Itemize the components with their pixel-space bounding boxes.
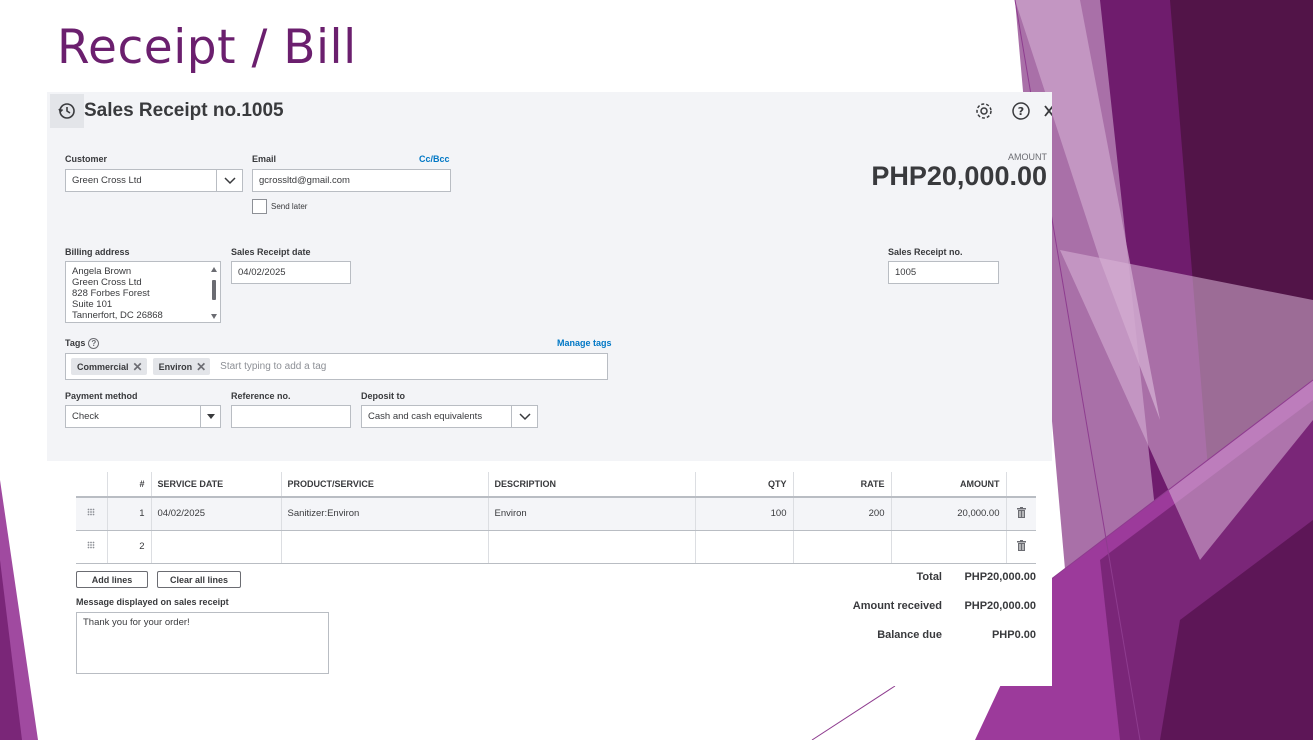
row-product[interactable] — [280, 530, 488, 564]
balance-due-value: PHP0.00 — [991, 629, 1036, 641]
reference-no-field[interactable] — [231, 405, 351, 428]
tags-label: Tags — [65, 338, 86, 348]
sales-receipt-window: Sales Receipt no.1005 ? Customer Green C… — [47, 92, 1052, 686]
row-amount[interactable] — [890, 530, 1006, 564]
table-row[interactable]: 2 — [76, 530, 1036, 564]
deposit-to-value: Cash and cash equivalents — [368, 411, 483, 422]
reference-no-label: Reference no. — [231, 391, 291, 401]
row-qty[interactable] — [694, 530, 793, 564]
help-icon[interactable]: ? — [1010, 100, 1032, 122]
receipt-date-value: 04/02/2025 — [238, 267, 286, 278]
column-header-amount: AMOUNT — [890, 472, 1006, 498]
tags-input[interactable]: Commercial ✕ Environ ✕ Start typing to a… — [65, 353, 608, 380]
email-label: Email — [252, 154, 277, 164]
trash-icon[interactable] — [1005, 497, 1036, 531]
line-items-table: # SERVICE DATE PRODUCT/SERVICE DESCRIPTI… — [76, 472, 1036, 564]
customer-select[interactable]: Green Cross Ltd — [65, 169, 243, 192]
message-field[interactable]: Thank you for your order! — [76, 612, 329, 674]
column-header-service-date: SERVICE DATE — [150, 472, 281, 498]
row-rate[interactable]: 200 — [792, 497, 891, 531]
payment-method-select[interactable]: Check — [65, 405, 221, 428]
chevron-down-icon[interactable] — [511, 406, 537, 427]
clear-all-lines-button[interactable]: Clear all lines — [157, 571, 241, 588]
add-lines-button[interactable]: Add lines — [76, 571, 148, 588]
receipt-no-field[interactable]: 1005 — [888, 261, 999, 284]
svg-text:?: ? — [1018, 105, 1024, 118]
row-service-date[interactable]: 04/02/2025 — [150, 497, 281, 531]
tag-chip: Commercial ✕ — [71, 358, 147, 375]
amount-received-value: PHP20,000.00 — [964, 600, 1036, 612]
billing-line: Suite 101 — [72, 299, 113, 310]
recent-transactions-icon[interactable] — [50, 94, 84, 128]
column-header-number: # — [106, 472, 151, 498]
gear-icon[interactable] — [973, 100, 995, 122]
drag-handle-icon[interactable] — [76, 530, 107, 564]
cc-bcc-link[interactable]: Cc/Bcc — [419, 154, 450, 164]
payment-method-label: Payment method — [65, 391, 138, 401]
billing-address-field[interactable]: Angela Brown Green Cross Ltd 828 Forbes … — [65, 261, 221, 323]
table-row[interactable]: 1 04/02/2025 Sanitizer:Environ Environ 1… — [76, 497, 1036, 531]
message-value: Thank you for your order! — [83, 617, 190, 628]
row-product[interactable]: Sanitizer:Environ — [280, 497, 488, 531]
row-amount[interactable]: 20,000.00 — [890, 497, 1006, 531]
column-header-rate: RATE — [792, 472, 891, 498]
billing-line: Tannerfort, DC 26868 — [72, 310, 163, 321]
close-icon[interactable] — [1043, 100, 1052, 122]
balance-due-label: Balance due — [877, 629, 942, 641]
table-header-row: # SERVICE DATE PRODUCT/SERVICE DESCRIPTI… — [76, 472, 1036, 498]
receipt-title: Sales Receipt no.1005 — [84, 100, 284, 121]
email-field[interactable]: gcrossltd@gmail.com — [252, 169, 451, 192]
drag-column-header — [76, 472, 107, 498]
amount-received-label: Amount received — [852, 600, 942, 612]
receipt-no-label: Sales Receipt no. — [888, 247, 963, 257]
billing-address-label: Billing address — [65, 247, 130, 257]
message-label: Message displayed on sales receipt — [76, 597, 229, 607]
receipt-no-value: 1005 — [895, 267, 917, 278]
remove-tag-icon[interactable]: ✕ — [133, 361, 143, 373]
help-icon[interactable]: ? — [88, 338, 100, 350]
receipt-date-field[interactable]: 04/02/2025 — [231, 261, 351, 284]
column-header-description: DESCRIPTION — [487, 472, 695, 498]
amount-value: PHP20,000.00 — [871, 161, 1047, 191]
billing-line: 828 Forbes Forest — [72, 288, 150, 299]
total-value: PHP20,000.00 — [964, 571, 1036, 583]
deposit-to-select[interactable]: Cash and cash equivalents — [361, 405, 538, 428]
tag-chip-label: Environ — [158, 361, 193, 372]
payment-method-value: Check — [72, 411, 99, 422]
row-qty[interactable]: 100 — [694, 497, 793, 531]
customer-label: Customer — [65, 154, 108, 164]
tags-label-group: Tags? — [65, 338, 100, 350]
send-later-label: Send later — [271, 202, 308, 211]
chevron-down-icon[interactable] — [216, 170, 242, 191]
tag-chip-label: Commercial — [77, 361, 129, 372]
tag-chip: Environ ✕ — [152, 358, 211, 375]
send-later-checkbox[interactable] — [252, 199, 267, 214]
drag-handle-icon[interactable] — [76, 497, 107, 531]
receipt-date-label: Sales Receipt date — [231, 247, 311, 257]
row-number: 1 — [106, 497, 151, 531]
customer-value: Green Cross Ltd — [72, 175, 142, 186]
billing-line: Green Cross Ltd — [72, 277, 142, 288]
email-value: gcrossltd@gmail.com — [259, 175, 350, 186]
billing-scrollbar[interactable] — [210, 265, 218, 321]
billing-line: Angela Brown — [72, 266, 132, 277]
row-description[interactable] — [487, 530, 695, 564]
slide-title: Receipt / Bill — [57, 20, 357, 75]
row-service-date[interactable] — [150, 530, 281, 564]
row-description[interactable]: Environ — [487, 497, 695, 531]
row-number: 2 — [106, 530, 151, 564]
remove-tag-icon[interactable]: ✕ — [196, 361, 206, 373]
column-header-qty: QTY — [694, 472, 793, 498]
delete-column-header — [1005, 472, 1036, 498]
tag-input-placeholder[interactable]: Start typing to add a tag — [220, 361, 326, 372]
trash-icon[interactable] — [1005, 530, 1036, 564]
deposit-to-label: Deposit to — [361, 391, 405, 401]
row-rate[interactable] — [792, 530, 891, 564]
caret-down-icon[interactable] — [200, 406, 220, 427]
column-header-product: PRODUCT/SERVICE — [280, 472, 488, 498]
total-label: Total — [916, 571, 942, 583]
manage-tags-link[interactable]: Manage tags — [557, 338, 612, 348]
